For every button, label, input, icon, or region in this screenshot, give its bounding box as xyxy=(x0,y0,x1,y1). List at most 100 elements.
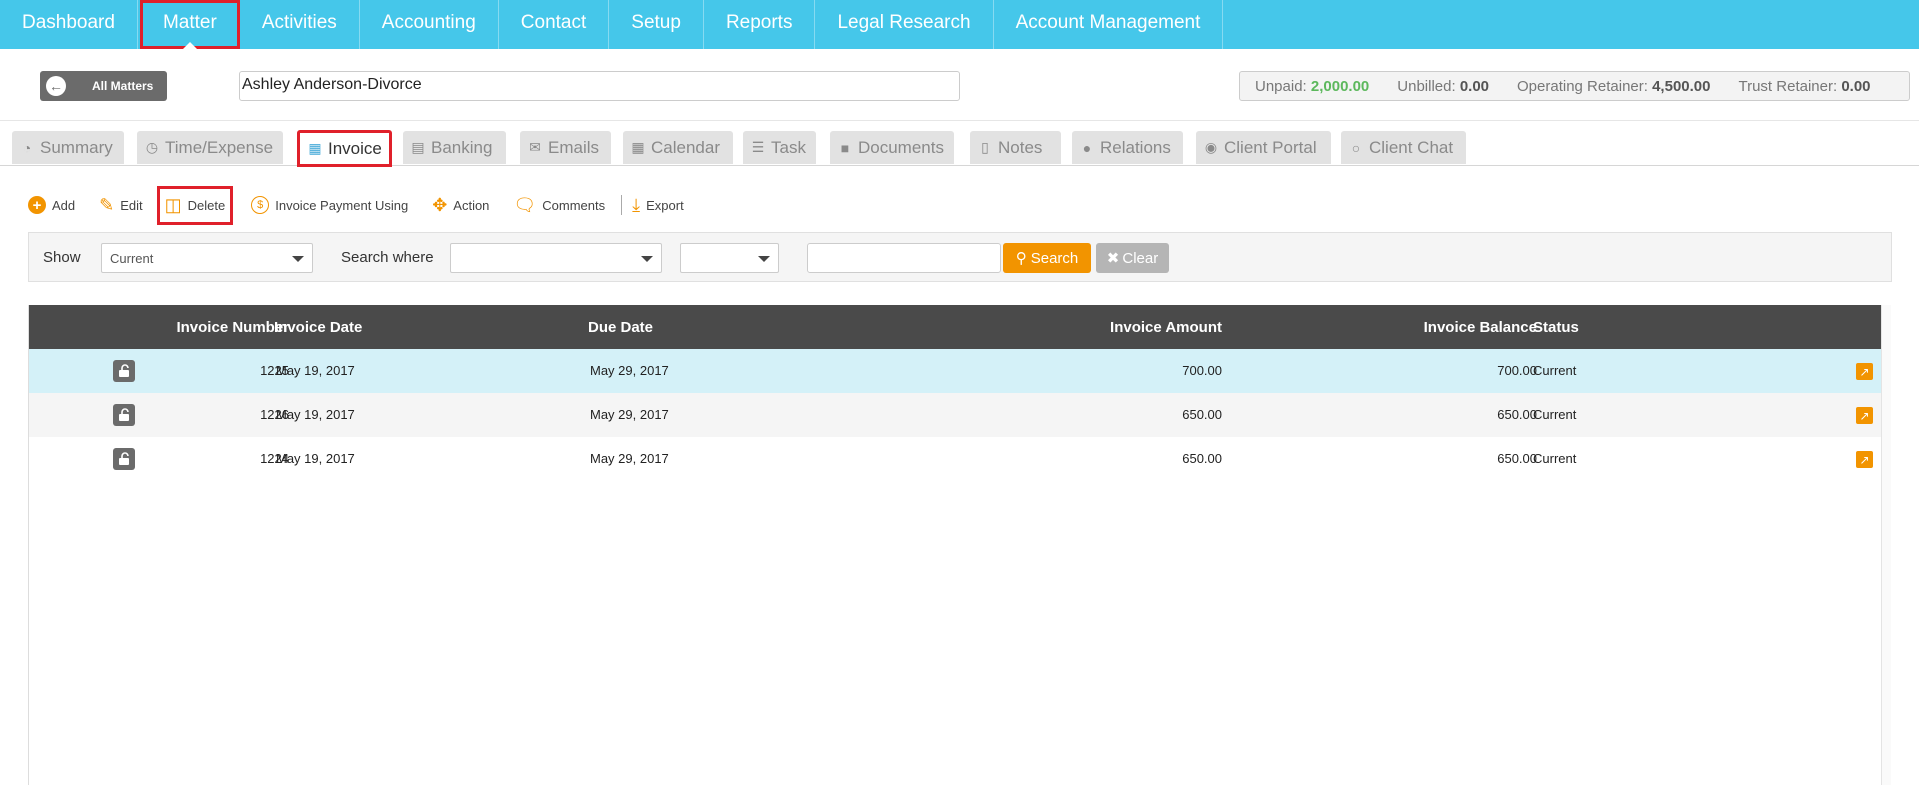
tab-summary[interactable]: ◔ Summary xyxy=(12,131,124,164)
back-arrow-icon: ← xyxy=(46,76,66,96)
portal-icon: ◉ xyxy=(1204,139,1218,155)
toolbar-divider xyxy=(621,195,623,215)
tab-relations[interactable]: ● Relations xyxy=(1072,131,1183,164)
invoice-balance: 700.00 xyxy=(1497,363,1537,378)
show-select[interactable]: Current xyxy=(101,243,313,273)
col-invoice-balance[interactable]: Invoice Balance xyxy=(1424,319,1537,336)
all-matters-button[interactable]: ← All Matters xyxy=(40,71,167,101)
nav-setup[interactable]: Setup xyxy=(609,0,704,49)
comments-icon: 🗨 xyxy=(513,194,537,215)
unlock-icon[interactable] xyxy=(113,404,135,426)
unpaid-balance: Unpaid: 2,000.00 xyxy=(1255,77,1370,95)
tab-calendar[interactable]: ▦ Calendar xyxy=(623,131,733,164)
invoice-status: Current xyxy=(1533,363,1577,378)
download-icon: ⤓ xyxy=(632,194,641,215)
nav-legal-research[interactable]: Legal Research xyxy=(815,0,994,49)
due-date: May 29, 2017 xyxy=(590,363,669,378)
chat-icon: ○ xyxy=(1351,139,1361,156)
table-header: Invoice Number Invoice Date Due Date Inv… xyxy=(29,305,1881,349)
calculator-icon: ▦ xyxy=(308,140,322,156)
nav-contact[interactable]: Contact xyxy=(499,0,610,49)
all-matters-label: All Matters xyxy=(92,79,154,93)
tab-notes[interactable]: ▯ Notes xyxy=(970,131,1061,164)
nav-reports[interactable]: Reports xyxy=(704,0,816,49)
delete-button[interactable]: ◫ Delete xyxy=(156,185,234,225)
vertical-scrollbar[interactable] xyxy=(1881,305,1891,785)
add-icon: + xyxy=(28,196,46,214)
matter-name-field[interactable]: Ashley Anderson-Divorce xyxy=(239,71,960,101)
nav-dashboard[interactable]: Dashboard xyxy=(0,0,138,49)
nav-account-management[interactable]: Account Management xyxy=(994,0,1224,49)
open-link-icon[interactable]: ↗ xyxy=(1856,451,1873,468)
matter-header: ← All Matters Ashley Anderson-Divorce Un… xyxy=(0,49,1919,121)
search-button[interactable]: ⚲ Search xyxy=(1003,243,1091,273)
nav-activities[interactable]: Activities xyxy=(240,0,360,49)
invoice-date: May 19, 2017 xyxy=(276,363,355,378)
action-button[interactable]: ✥ Action xyxy=(432,195,489,216)
due-date: May 29, 2017 xyxy=(590,407,669,422)
tab-documents[interactable]: ■ Documents xyxy=(830,131,954,164)
unbilled-balance: Unbilled: 0.00 xyxy=(1397,77,1490,95)
show-label: Show xyxy=(43,249,81,266)
due-date: May 29, 2017 xyxy=(590,451,669,466)
invoice-date: May 19, 2017 xyxy=(276,451,355,466)
comments-button[interactable]: 🗨 Comments xyxy=(513,195,605,216)
export-button[interactable]: ⤓ Export xyxy=(632,195,684,216)
trash-icon: ◫ xyxy=(164,194,182,215)
table-row[interactable]: 1225 May 19, 2017 May 29, 2017 700.00 70… xyxy=(29,349,1881,393)
invoice-toolbar: + Add ✎ Edit ◫ Delete $ Invoice Payment Usin… xyxy=(28,185,708,225)
operating-retainer-balance: Operating Retainer: 4,500.00 xyxy=(1517,77,1711,95)
note-icon: ▯ xyxy=(981,139,989,155)
dashboard-icon: ◔ xyxy=(22,139,32,156)
col-invoice-number[interactable]: Invoice Number xyxy=(176,319,289,336)
folder-icon: ■ xyxy=(840,139,850,156)
close-icon: ✖ xyxy=(1106,250,1120,267)
nav-accounting[interactable]: Accounting xyxy=(360,0,499,49)
add-button[interactable]: + Add xyxy=(28,196,75,214)
col-status[interactable]: Status xyxy=(1533,319,1579,336)
matter-tabs: ◔ Summary ◷ Time/Expense ▦ Invoice ▤ Banking… xyxy=(0,130,1919,167)
invoice-amount: 650.00 xyxy=(1182,451,1222,466)
unlock-icon[interactable] xyxy=(113,448,135,470)
tab-time-expense[interactable]: ◷ Time/Expense xyxy=(137,131,283,164)
invoice-table: Invoice Number Invoice Date Due Date Inv… xyxy=(28,305,1891,785)
search-input[interactable] xyxy=(807,243,1001,273)
chevron-down-icon xyxy=(758,256,770,262)
invoice-balance: 650.00 xyxy=(1497,451,1537,466)
chevron-down-icon xyxy=(641,256,653,262)
open-link-icon[interactable]: ↗ xyxy=(1856,363,1873,380)
tab-client-portal[interactable]: ◉ Client Portal xyxy=(1196,131,1331,164)
search-icon: ⚲ xyxy=(1015,250,1027,267)
calendar-icon: ▦ xyxy=(631,139,645,155)
edit-button[interactable]: ✎ Edit xyxy=(99,195,143,216)
tab-banking[interactable]: ▤ Banking xyxy=(403,131,506,164)
clock-icon: ◷ xyxy=(145,139,159,155)
filter-bar: Show Current Search where ⚲ Search ✖ Cle… xyxy=(28,232,1892,282)
tab-client-chat[interactable]: ○ Client Chat xyxy=(1341,131,1466,164)
invoice-status: Current xyxy=(1533,407,1577,422)
bank-icon: ▤ xyxy=(411,139,425,155)
invoice-amount: 700.00 xyxy=(1182,363,1222,378)
unlock-icon[interactable] xyxy=(113,360,135,382)
col-invoice-date[interactable]: Invoice Date xyxy=(274,319,362,336)
table-row[interactable]: 1224 May 19, 2017 May 29, 2017 650.00 65… xyxy=(29,437,1881,481)
clear-button[interactable]: ✖ Clear xyxy=(1096,243,1169,273)
col-due-date[interactable]: Due Date xyxy=(588,319,653,336)
envelope-icon: ✉ xyxy=(529,139,541,155)
tab-task[interactable]: ☰ Task xyxy=(743,131,816,164)
invoice-payment-button[interactable]: $ Invoice Payment Using xyxy=(251,196,408,214)
tasks-icon: ☰ xyxy=(751,139,765,155)
invoice-balance: 650.00 xyxy=(1497,407,1537,422)
operator-select[interactable] xyxy=(680,243,779,273)
search-where-select[interactable] xyxy=(450,243,662,273)
col-invoice-amount[interactable]: Invoice Amount xyxy=(1110,319,1222,336)
open-link-icon[interactable]: ↗ xyxy=(1856,407,1873,424)
table-row[interactable]: 1226 May 19, 2017 May 29, 2017 650.00 65… xyxy=(29,393,1881,437)
trust-retainer-balance: Trust Retainer: 0.00 xyxy=(1738,77,1871,95)
tab-emails[interactable]: ✉ Emails xyxy=(520,131,611,164)
chevron-down-icon xyxy=(292,256,304,262)
tab-invoice[interactable]: ▦ Invoice xyxy=(297,130,392,167)
nav-matter[interactable]: Matter xyxy=(139,0,240,49)
invoice-status: Current xyxy=(1533,451,1577,466)
dollar-icon: $ xyxy=(251,196,270,214)
